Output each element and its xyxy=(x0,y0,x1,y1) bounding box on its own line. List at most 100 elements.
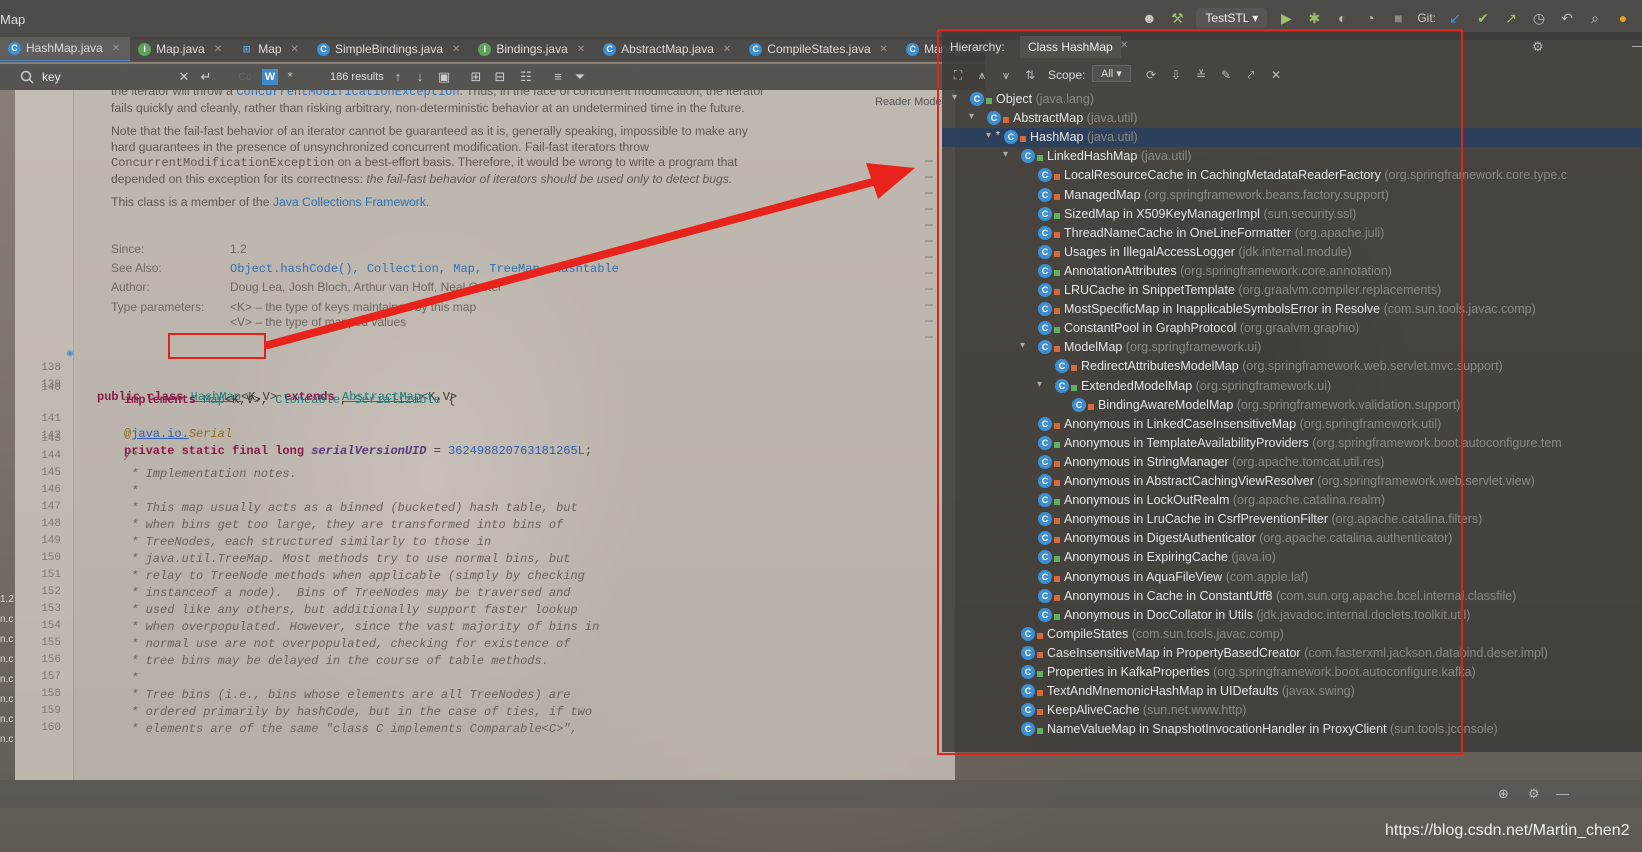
multiline-icon[interactable]: ≡ xyxy=(550,69,566,85)
tab-6[interactable]: C CompileStates.java ✕ xyxy=(741,37,898,61)
close-icon[interactable]: ✕ xyxy=(112,43,120,54)
minimize-icon[interactable]: — xyxy=(1556,786,1569,801)
tab-1[interactable]: I Map.java ✕ xyxy=(130,37,232,61)
debug-icon[interactable]: ✱ xyxy=(1305,9,1323,27)
git-update-icon[interactable]: ↙ xyxy=(1446,9,1464,27)
class-icon: C xyxy=(603,43,617,56)
doc-link[interactable]: Java Collections Framework xyxy=(273,195,426,209)
select-all-icon[interactable]: ☷ xyxy=(518,69,534,85)
history-icon[interactable]: ◷ xyxy=(1530,9,1548,27)
doc-text: Note that the fail-fast behavior of an i… xyxy=(111,124,748,154)
tab-4[interactable]: I Bindings.java ✕ xyxy=(470,37,595,61)
doc-since-label: Since: xyxy=(111,242,145,256)
close-icon[interactable]: ✕ xyxy=(577,44,585,55)
stripe-marker[interactable] xyxy=(925,176,933,178)
git-label: Git: xyxy=(1417,11,1436,25)
line-number: 148 xyxy=(41,518,61,530)
stop-icon[interactable]: ■ xyxy=(1389,9,1407,27)
doc-author-label: Author: xyxy=(111,280,150,294)
implemented-marker-icon[interactable]: ◉ xyxy=(67,348,73,360)
tab-label: AbstractMap.java xyxy=(621,42,714,56)
tab-5[interactable]: C AbstractMap.java ✕ xyxy=(595,37,741,61)
code-comment: /* xyxy=(124,450,139,464)
code-line: 156 * tree bins may be delayed in the co… xyxy=(15,654,955,671)
clear-search-icon[interactable]: ✕ xyxy=(176,69,192,85)
tab-0[interactable]: C HashMap.java ✕ xyxy=(0,37,131,61)
code-comment: * xyxy=(124,671,139,685)
line-number: 156 xyxy=(41,654,61,666)
tab-label: CompileStates.java xyxy=(767,42,871,56)
run-configuration-select[interactable]: TestSTL ▾ xyxy=(1196,8,1268,28)
stripe-marker[interactable] xyxy=(925,224,933,226)
rollback-icon[interactable]: ↶ xyxy=(1558,9,1576,27)
code-line: 140 xyxy=(15,382,955,399)
regex-toggle-icon[interactable]: * xyxy=(282,69,298,85)
gear-icon[interactable]: ⚙ xyxy=(1528,786,1540,802)
new-line-icon[interactable]: ↵ xyxy=(198,69,214,85)
line-number: 160 xyxy=(41,722,61,734)
code-line: 138 ◉ public class HashMap<K,V> extends … xyxy=(15,348,955,404)
close-icon[interactable]: ✕ xyxy=(880,44,888,55)
find-bar: key ✕ ↵ Cc W * 186 results ↑ ↓ ▣ ⊞ ⊟ ☷ ≡… xyxy=(0,64,985,90)
next-occurrence-icon[interactable]: ↓ xyxy=(412,69,428,85)
code-editor[interactable]: Reader Mode ✔ the iterator will throw a … xyxy=(15,90,955,780)
error-stripe[interactable] xyxy=(925,160,935,352)
code-comment: * TreeNodes, each structured similarly t… xyxy=(124,535,492,549)
close-icon[interactable]: ✕ xyxy=(723,44,731,55)
close-icon[interactable]: ✕ xyxy=(291,44,299,55)
code-line: 146 * xyxy=(15,484,955,501)
window-title: Map xyxy=(0,12,26,27)
add-occurrence-icon[interactable]: ⊞ xyxy=(468,69,484,85)
close-icon[interactable]: ✕ xyxy=(214,44,222,55)
stripe-marker[interactable] xyxy=(925,288,933,290)
whole-words-toggle[interactable]: W xyxy=(262,69,278,85)
line-number: 145 xyxy=(41,467,61,479)
left-edge-fragment: n.c xyxy=(0,694,14,705)
git-commit-icon[interactable]: ✔ xyxy=(1474,9,1492,27)
highlight-box-hashmap xyxy=(168,333,266,359)
left-edge-fragment: n.c xyxy=(0,634,14,645)
stripe-marker[interactable] xyxy=(925,320,933,322)
stripe-marker[interactable] xyxy=(925,256,933,258)
doc-seealso-value[interactable]: Object.hashCode(), Collection, Map, Tree… xyxy=(230,261,619,276)
user-icon[interactable]: ☻ xyxy=(1140,9,1158,27)
tab-2[interactable]: ⊞ Map ✕ xyxy=(232,37,309,61)
reader-mode-toggle[interactable]: Reader Mode xyxy=(875,96,942,108)
gear-icon[interactable]: ⚙ xyxy=(1532,39,1544,55)
notification-icon[interactable]: ● xyxy=(1614,9,1632,27)
stripe-marker[interactable] xyxy=(925,208,933,210)
stripe-marker[interactable] xyxy=(925,336,933,338)
stripe-marker[interactable] xyxy=(925,272,933,274)
git-push-icon[interactable]: ↗ xyxy=(1502,9,1520,27)
stripe-marker[interactable] xyxy=(925,240,933,242)
build-hammer-icon[interactable]: ⚒ xyxy=(1168,9,1186,27)
previous-occurrence-icon[interactable]: ↑ xyxy=(390,69,406,85)
match-case-toggle[interactable]: Cc xyxy=(238,71,251,83)
structure-icon: ⊞ xyxy=(242,44,251,54)
select-all-occurrences-icon[interactable]: ▣ xyxy=(436,69,452,85)
code-comment: * Implementation notes. xyxy=(124,467,297,481)
find-input[interactable]: key xyxy=(42,70,61,84)
close-icon[interactable]: ✕ xyxy=(452,44,460,55)
code-line: 150 * java.util.TreeMap. Most methods tr… xyxy=(15,552,955,569)
filter-icon[interactable]: ⏷ xyxy=(572,69,588,85)
code-line: 139 implements Map<K,V>, Cloneable, Seri… xyxy=(15,365,955,407)
doc-seealso-links[interactable]: Object.hashCode(), Collection, Map, Tree… xyxy=(230,262,619,276)
line-number: 144 xyxy=(41,450,61,462)
profiler-icon[interactable]: ◔ xyxy=(1361,9,1379,27)
run-icon[interactable]: ▶ xyxy=(1277,9,1295,27)
coverage-icon[interactable]: ◐ xyxy=(1333,9,1351,27)
minimize-icon[interactable]: — xyxy=(1632,38,1642,53)
line-number: 153 xyxy=(41,603,61,615)
code-line: 147 * This map usually acts as a binned … xyxy=(15,501,955,518)
search-everywhere-icon[interactable]: ⌕ xyxy=(1586,9,1604,27)
target-icon[interactable]: ⊕ xyxy=(1498,786,1509,802)
line-number: 151 xyxy=(41,569,61,581)
tab-3[interactable]: C SimpleBindings.java ✕ xyxy=(309,37,470,61)
code-line: 143 xyxy=(15,433,955,450)
doc-link[interactable]: ConcurrentModificationException xyxy=(236,90,459,99)
remove-occurrence-icon[interactable]: ⊟ xyxy=(492,69,508,85)
stripe-marker[interactable] xyxy=(925,160,933,162)
stripe-marker[interactable] xyxy=(925,192,933,194)
stripe-marker[interactable] xyxy=(925,304,933,306)
